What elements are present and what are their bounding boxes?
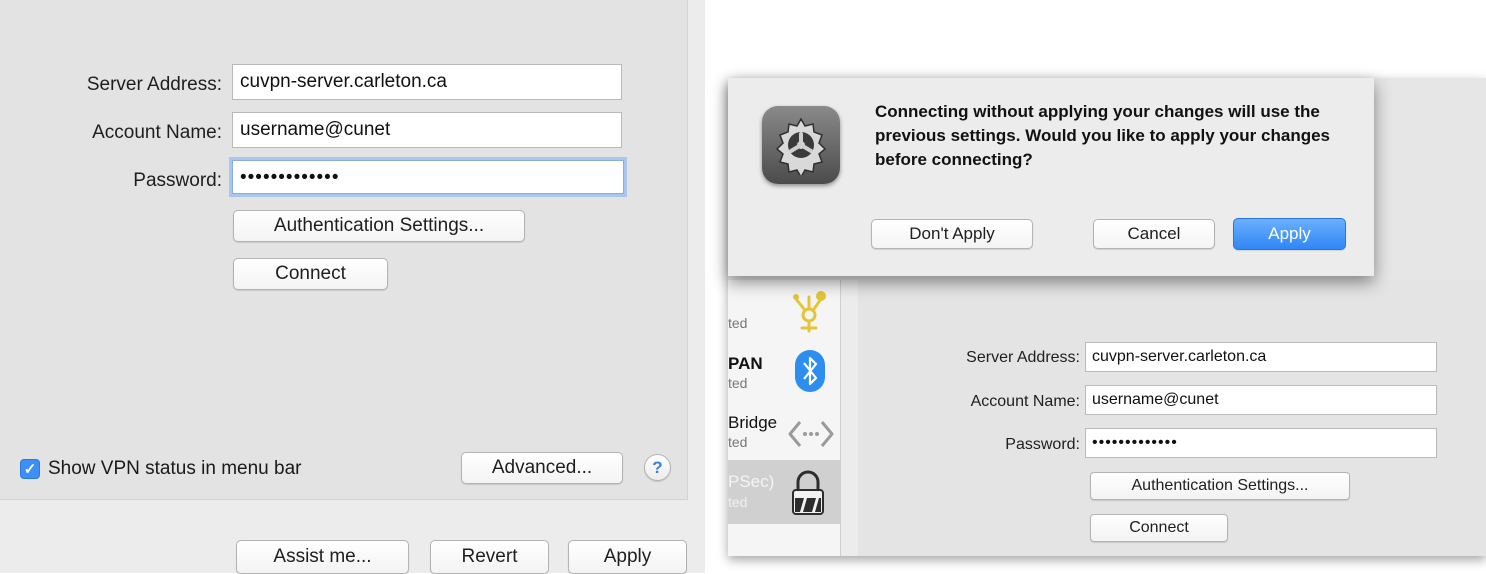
bridge-icon <box>788 421 834 447</box>
authentication-settings-button[interactable]: Authentication Settings... <box>233 210 525 242</box>
bluetooth-icon <box>795 350 825 392</box>
authentication-settings-button[interactable]: Authentication Settings... <box>1090 472 1350 500</box>
connect-button[interactable]: Connect <box>1090 514 1228 542</box>
alert-message: Connecting without applying your changes… <box>875 102 1330 169</box>
password-field[interactable]: ••••••••••••• <box>1085 428 1437 458</box>
sidebar-item-vpn-ipsec[interactable]: PSec) ted <box>728 462 840 524</box>
assist-me-button[interactable]: Assist me... <box>236 540 409 574</box>
sidebar-item-firewire[interactable]: ted <box>728 283 840 341</box>
sidebar-item-status: ted <box>728 434 748 450</box>
cancel-button[interactable]: Cancel <box>1093 219 1215 249</box>
sidebar-item-status: ted <box>728 494 748 510</box>
account-name-field[interactable]: username@cunet <box>1085 385 1437 415</box>
system-preferences-gear-icon <box>762 106 840 184</box>
revert-button[interactable]: Revert <box>430 540 549 574</box>
password-label: Password: <box>133 170 222 191</box>
sidebar-item-status: ted <box>728 375 748 391</box>
sidebar-item-status: ted <box>728 315 748 331</box>
password-label: Password: <box>1005 436 1080 453</box>
account-name-label: Account Name: <box>92 122 222 143</box>
server-address-field[interactable]: cuvpn-server.carleton.ca <box>232 64 622 100</box>
apply-changes-alert-sheet: Connecting without applying your changes… <box>728 78 1374 276</box>
firewire-icon <box>793 291 826 333</box>
sidebar-item-name: Bridge <box>728 413 778 432</box>
advanced-button[interactable]: Advanced... <box>461 452 623 484</box>
help-button[interactable]: ? <box>644 454 671 481</box>
server-address-label: Server Address: <box>86 74 222 95</box>
sidebar-item-bridge[interactable]: Bridge ted <box>728 406 840 460</box>
account-name-label: Account Name: <box>970 393 1080 410</box>
sidebar-item-name: PAN <box>728 354 763 373</box>
sidebar-item-bluetooth-pan[interactable]: PAN ted <box>728 346 840 402</box>
apply-button[interactable]: Apply <box>1233 218 1346 250</box>
server-address-label: Server Address: <box>966 349 1080 366</box>
window-toolbar-strip <box>1374 78 1486 280</box>
connect-button[interactable]: Connect <box>233 258 388 290</box>
password-field[interactable]: ••••••••••••• <box>232 160 624 194</box>
server-address-field[interactable]: cuvpn-server.carleton.ca <box>1085 342 1437 372</box>
vpn-lock-icon <box>792 470 824 515</box>
dont-apply-button[interactable]: Don't Apply <box>871 219 1033 249</box>
sidebar-item-name: PSec) <box>728 472 775 491</box>
show-vpn-status-label: Show VPN status in menu bar <box>48 458 302 479</box>
show-vpn-status-checkbox[interactable]: ✓ <box>20 459 40 479</box>
account-name-field[interactable]: username@cunet <box>232 112 622 148</box>
checkmark-icon: ✓ <box>23 461 37 478</box>
sidebar-divider <box>840 280 858 556</box>
apply-button[interactable]: Apply <box>568 540 687 574</box>
